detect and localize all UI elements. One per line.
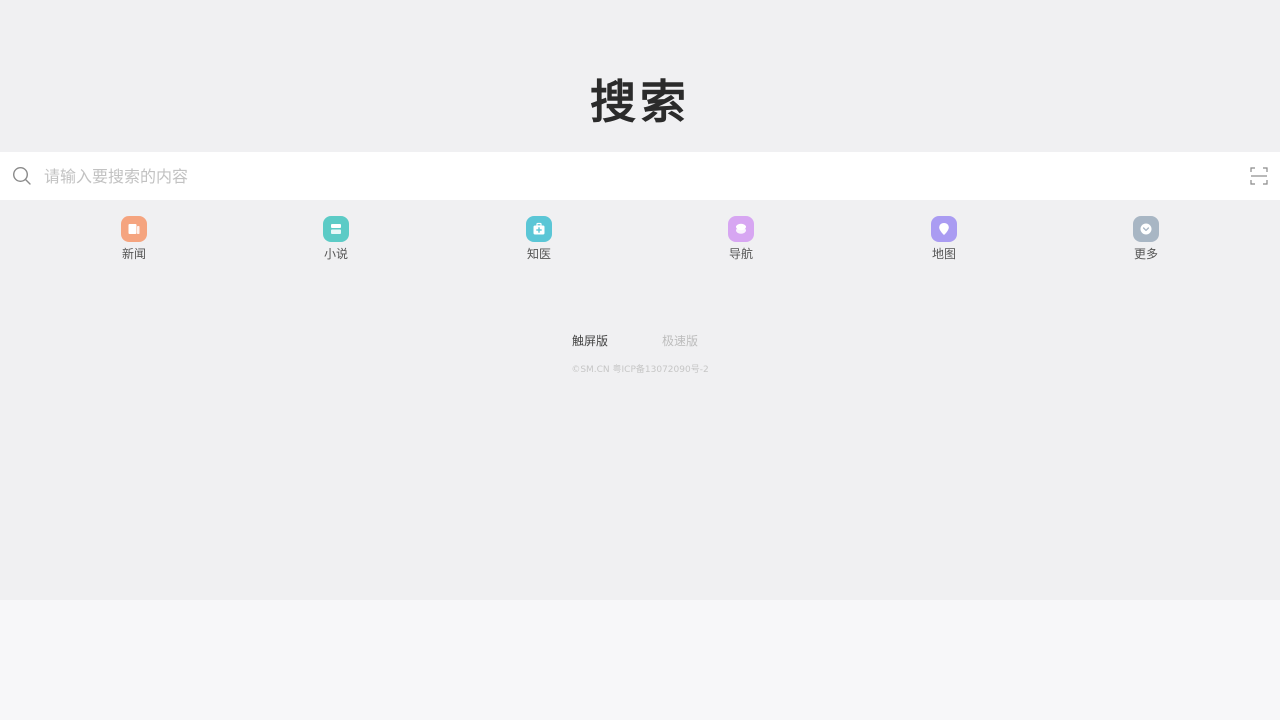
search-bar[interactable] (0, 152, 1280, 200)
navigation-icon (728, 216, 754, 242)
main-area: 搜索 新闻 (0, 0, 1280, 600)
shortcut-label: 导航 (728, 247, 753, 261)
search-logo: 搜索 (590, 75, 690, 129)
shortcut-map[interactable]: 地图 (904, 216, 984, 262)
shortcut-medical[interactable]: 知医 (499, 216, 579, 262)
scan-icon[interactable] (1250, 167, 1268, 185)
version-switch: 触屏版 极速版 (0, 333, 1280, 349)
shortcut-navigation[interactable]: 导航 (701, 216, 781, 262)
shortcut-grid: 新闻 小说 知医 导航 地图 更多 (0, 216, 1280, 266)
shortcut-novel[interactable]: 小说 (296, 216, 376, 262)
touch-version-link[interactable]: 触屏版 (572, 333, 608, 349)
shortcut-news[interactable]: 新闻 (94, 216, 174, 262)
shortcut-label: 小说 (323, 247, 348, 261)
lite-version-link[interactable]: 极速版 (662, 333, 698, 349)
medical-kit-icon (526, 216, 552, 242)
book-icon (323, 216, 349, 242)
shortcut-more[interactable]: 更多 (1106, 216, 1186, 262)
map-pin-icon (931, 216, 957, 242)
shortcut-label: 新闻 (121, 247, 146, 261)
shortcut-label: 更多 (1133, 247, 1158, 261)
copyright-text: ©SM.CN 粤ICP备13072090号-2 (571, 365, 709, 375)
more-chevron-icon (1133, 216, 1159, 242)
news-icon (121, 216, 147, 242)
shortcut-label: 地图 (931, 247, 956, 261)
shortcut-label: 知医 (526, 247, 551, 261)
search-icon[interactable] (12, 166, 32, 186)
search-input[interactable] (44, 152, 1224, 200)
